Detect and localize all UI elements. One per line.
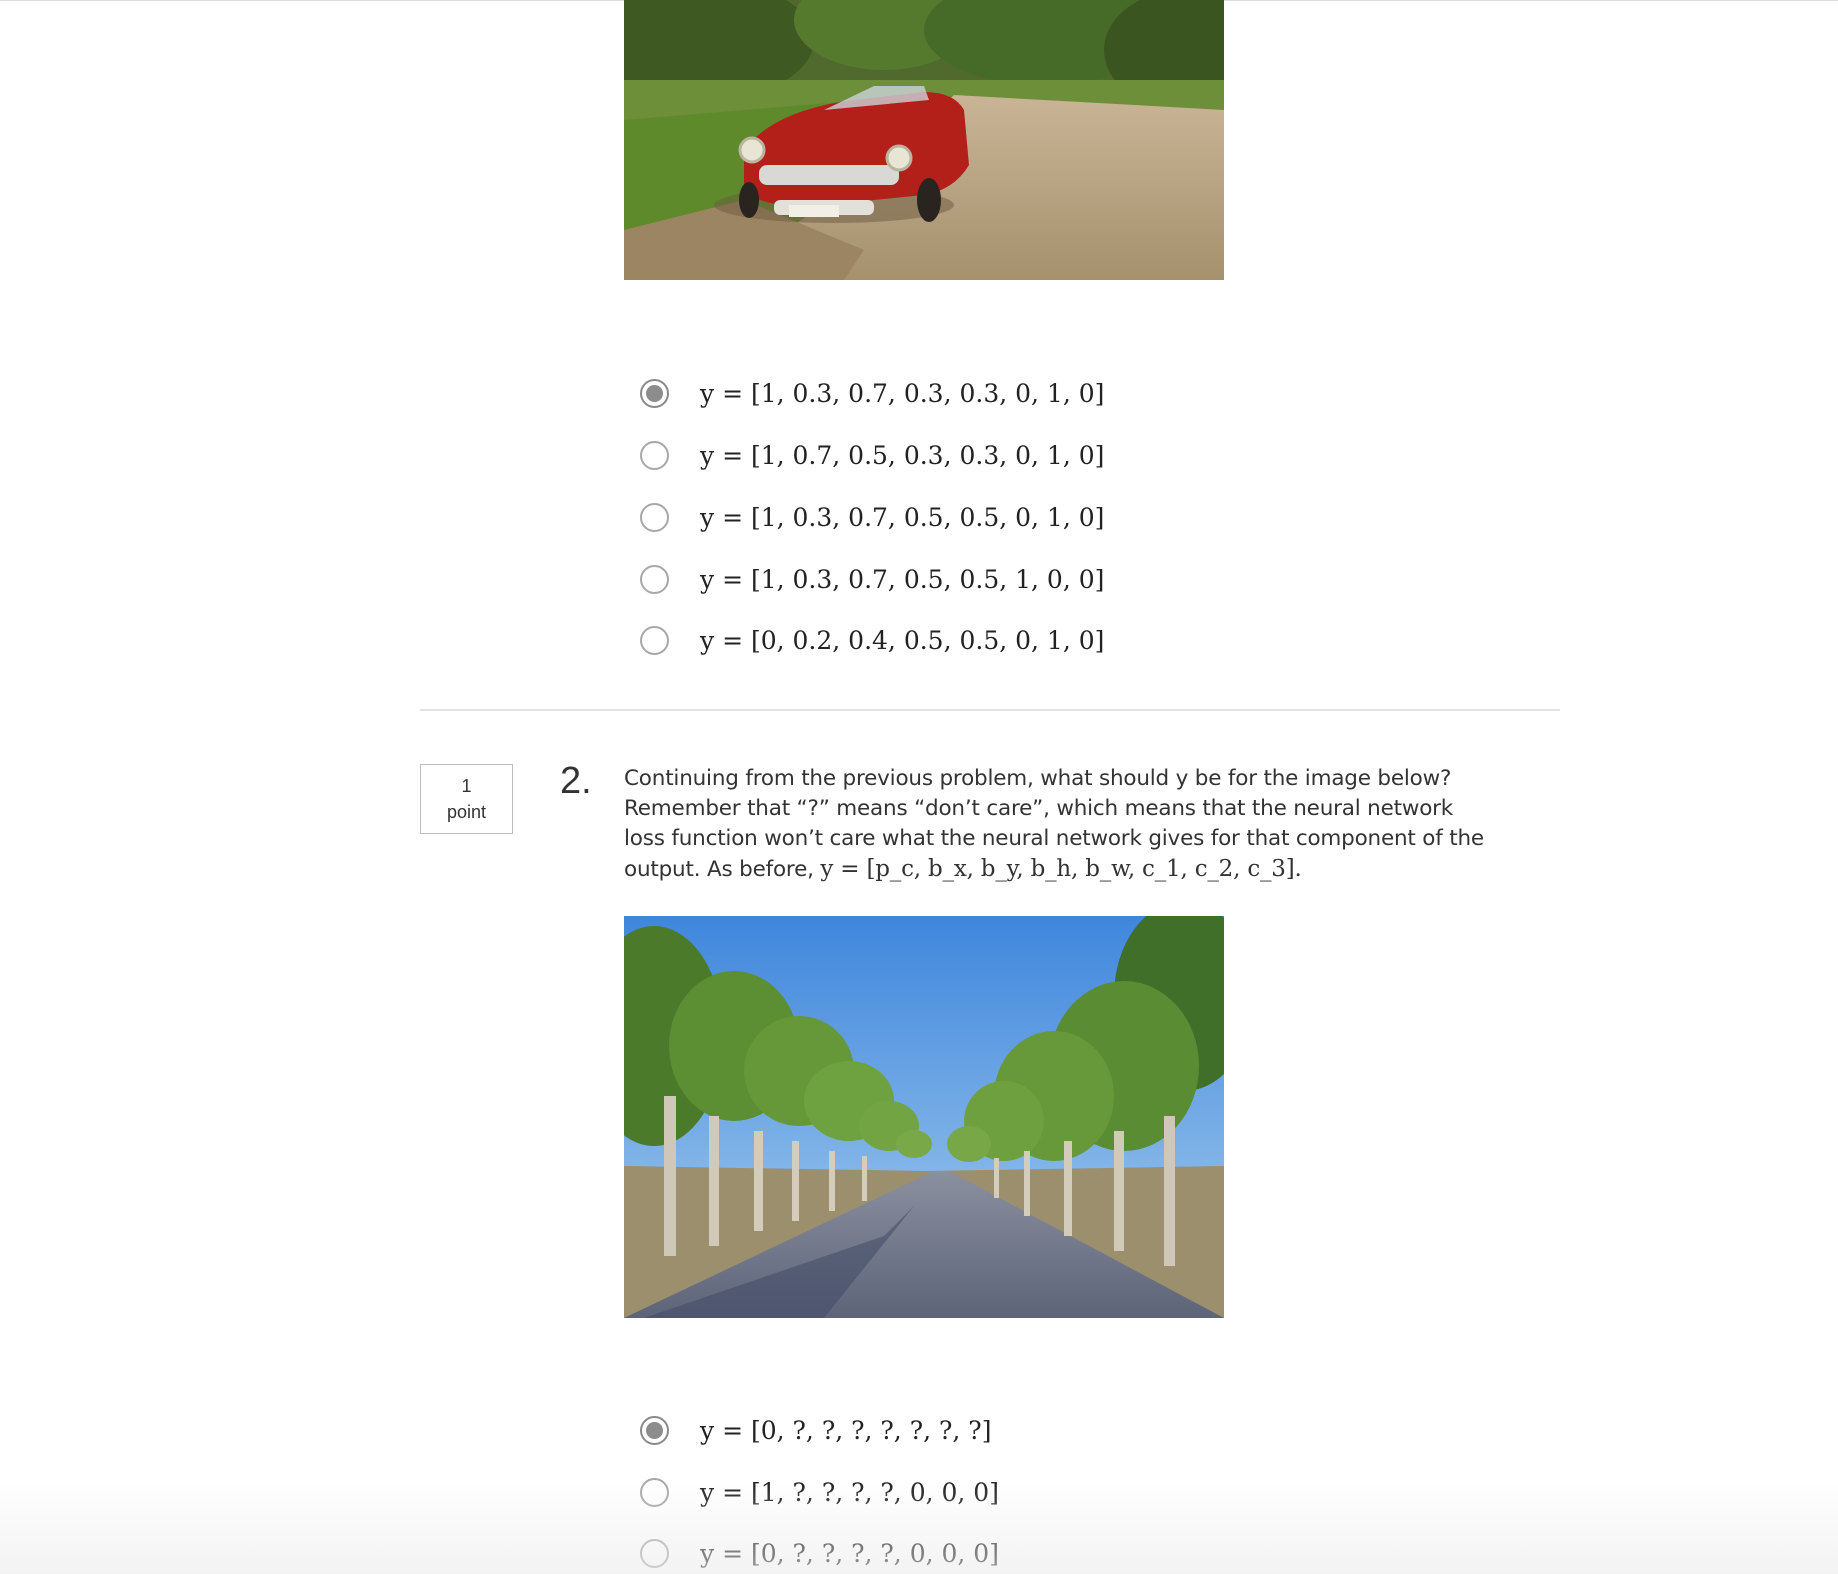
car-image <box>624 0 1224 280</box>
radio-button[interactable] <box>640 564 669 594</box>
question-formula: y = [p_c, b_x, b_y, b_h, b_w, c_1, c_2, … <box>820 856 1302 882</box>
q2-option-2[interactable]: y = [1, ?, ?, ?, ?, 0, 0, 0] <box>640 1475 999 1509</box>
radio-button[interactable] <box>640 1538 669 1568</box>
q1-option-3[interactable]: y = [1, 0.3, 0.7, 0.5, 0.5, 0, 1, 0] <box>640 500 1104 534</box>
q1-option-5[interactable]: y = [0, 0.2, 0.4, 0.5, 0.5, 0, 1, 0] <box>640 623 1104 657</box>
q1-option-1[interactable]: y = [1, 0.3, 0.7, 0.3, 0.3, 0, 1, 0] <box>640 376 1104 410</box>
option-label: y = [0, ?, ?, ?, ?, 0, 0, 0] <box>700 1538 999 1568</box>
radio-button[interactable] <box>640 625 669 655</box>
option-label: y = [0, 0.2, 0.4, 0.5, 0.5, 0, 1, 0] <box>700 625 1105 655</box>
question-divider <box>420 709 1560 711</box>
radio-button[interactable] <box>640 440 669 470</box>
radio-button-selected[interactable] <box>640 1415 669 1445</box>
points-unit: point <box>446 802 487 822</box>
points-badge: 1 point <box>420 764 513 834</box>
radio-button-selected[interactable] <box>640 378 669 408</box>
radio-button[interactable] <box>640 502 669 532</box>
option-label: y = [1, 0.3, 0.7, 0.3, 0.3, 0, 1, 0] <box>700 378 1105 408</box>
radio-button[interactable] <box>640 1477 669 1507</box>
q1-option-2[interactable]: y = [1, 0.7, 0.5, 0.3, 0.3, 0, 1, 0] <box>640 438 1104 472</box>
q2-option-1[interactable]: y = [0, ?, ?, ?, ?, ?, ?, ?] <box>640 1413 991 1447</box>
option-label: y = [0, ?, ?, ?, ?, ?, ?, ?] <box>700 1415 992 1445</box>
option-label: y = [1, 0.3, 0.7, 0.5, 0.5, 1, 0, 0] <box>700 564 1105 594</box>
option-label: y = [1, 0.7, 0.5, 0.3, 0.3, 0, 1, 0] <box>700 440 1105 470</box>
q1-option-4[interactable]: y = [1, 0.3, 0.7, 0.5, 0.5, 1, 0, 0] <box>640 562 1104 596</box>
points-value: 1 <box>461 776 472 796</box>
question-text: Continuing from the previous problem, wh… <box>624 764 1499 885</box>
option-label: y = [1, 0.3, 0.7, 0.5, 0.5, 0, 1, 0] <box>700 502 1105 532</box>
option-label: y = [1, ?, ?, ?, ?, 0, 0, 0] <box>700 1477 999 1507</box>
road-image <box>624 916 1224 1318</box>
q2-option-3[interactable]: y = [0, ?, ?, ?, ?, 0, 0, 0] <box>640 1536 999 1570</box>
question-number: 2. <box>560 760 592 802</box>
